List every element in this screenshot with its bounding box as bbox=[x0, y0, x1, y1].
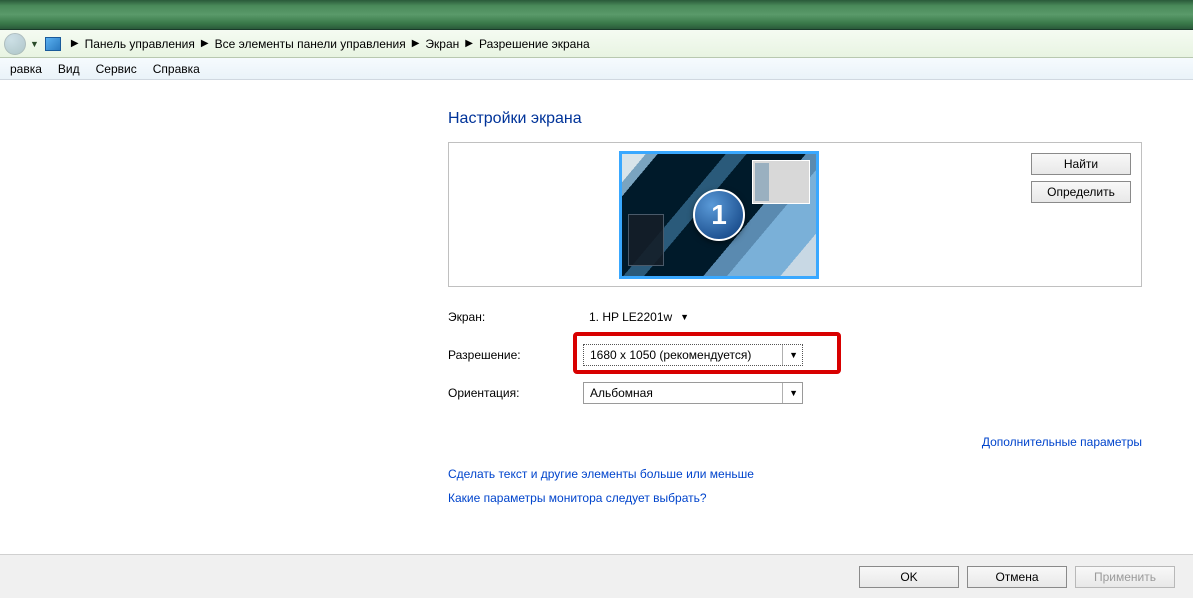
breadcrumb-separator: ▶ bbox=[412, 38, 420, 49]
menu-edit[interactable]: равка bbox=[2, 60, 50, 78]
menu-bar: равка Вид Сервис Справка bbox=[0, 58, 1193, 80]
menu-view[interactable]: Вид bbox=[50, 60, 88, 78]
menu-help[interactable]: Справка bbox=[145, 60, 208, 78]
apply-button[interactable]: Применить bbox=[1075, 566, 1175, 588]
breadcrumb-separator: ▶ bbox=[201, 38, 209, 49]
ok-button[interactable]: OK bbox=[859, 566, 959, 588]
breadcrumb-separator: ▶ bbox=[465, 38, 473, 49]
control-panel-icon bbox=[45, 37, 61, 51]
window-titlebar bbox=[0, 0, 1193, 30]
resolution-value: 1680 x 1050 (рекомендуется) bbox=[590, 348, 751, 362]
breadcrumb-separator: ▶ bbox=[71, 38, 79, 49]
screen-dropdown[interactable]: 1. HP LE2201w ▼ bbox=[583, 306, 693, 328]
chevron-down-icon: ▼ bbox=[782, 383, 798, 403]
monitor-preview-window bbox=[752, 160, 810, 204]
menu-tools[interactable]: Сервис bbox=[88, 60, 145, 78]
monitor-number-badge: 1 bbox=[693, 189, 745, 241]
monitor-preview[interactable]: 1 bbox=[619, 151, 819, 279]
content-area: Настройки экрана 1 Найти Определить Экра… bbox=[0, 80, 1193, 554]
orientation-dropdown[interactable]: Альбомная ▼ bbox=[583, 382, 803, 404]
nav-back-button[interactable] bbox=[4, 33, 26, 55]
cancel-button[interactable]: Отмена bbox=[967, 566, 1067, 588]
nav-history-dropdown[interactable]: ▼ bbox=[30, 39, 39, 49]
screen-label: Экран: bbox=[448, 310, 583, 324]
monitor-preview-panel bbox=[628, 214, 664, 266]
display-preview-box: 1 Найти Определить bbox=[448, 142, 1142, 287]
page-title: Настройки экрана bbox=[448, 110, 1142, 128]
address-bar: ▼ ▶ Панель управления ▶ Все элементы пан… bbox=[0, 30, 1193, 58]
chevron-down-icon: ▼ bbox=[782, 345, 798, 365]
breadcrumb-item[interactable]: Разрешение экрана bbox=[479, 37, 590, 51]
text-size-link[interactable]: Сделать текст и другие элементы больше и… bbox=[448, 467, 1142, 481]
dialog-footer: OK Отмена Применить bbox=[0, 554, 1193, 598]
screen-value: 1. HP LE2201w bbox=[589, 310, 672, 324]
monitor-help-link[interactable]: Какие параметры монитора следует выбрать… bbox=[448, 491, 1142, 505]
advanced-settings-link[interactable]: Дополнительные параметры bbox=[982, 435, 1142, 449]
chevron-down-icon: ▼ bbox=[680, 312, 689, 322]
orientation-value: Альбомная bbox=[590, 386, 653, 400]
find-button[interactable]: Найти bbox=[1031, 153, 1131, 175]
breadcrumb-item[interactable]: Панель управления bbox=[85, 37, 195, 51]
orientation-label: Ориентация: bbox=[448, 386, 583, 400]
breadcrumb-item[interactable]: Экран bbox=[425, 37, 459, 51]
breadcrumb-item[interactable]: Все элементы панели управления bbox=[215, 37, 406, 51]
resolution-dropdown[interactable]: 1680 x 1050 (рекомендуется) ▼ bbox=[583, 344, 803, 366]
resolution-label: Разрешение: bbox=[448, 348, 583, 362]
determine-button[interactable]: Определить bbox=[1031, 181, 1131, 203]
